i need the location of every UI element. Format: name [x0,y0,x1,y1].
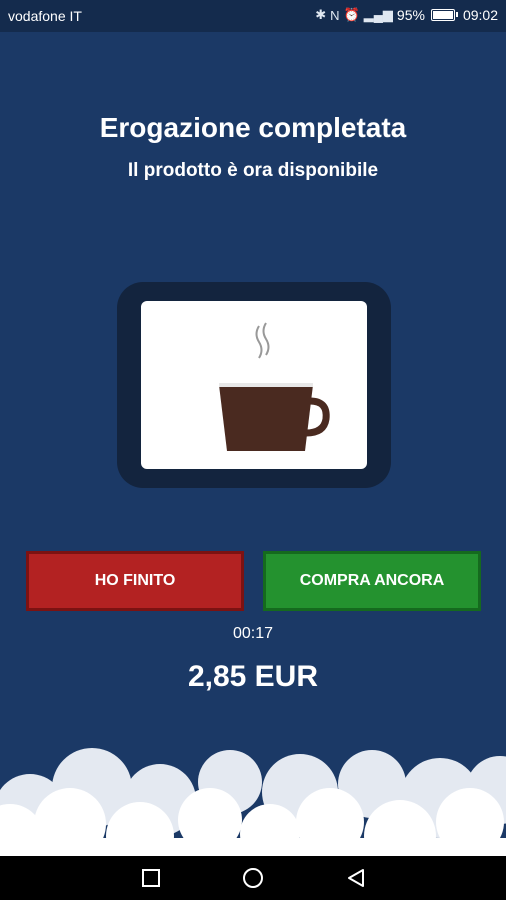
clouds-decoration [0,748,506,856]
status-icons: ✱ N ⏰ ▂▄▆ 95% 09:02 [315,7,498,23]
timer: 00:17 [232,625,274,642]
buy-again-button[interactable]: COMPRA ANCORA [263,551,481,611]
product-display-frame [117,282,391,488]
carrier-name: vodafone IT [8,8,82,24]
home-circle-icon[interactable] [241,866,265,890]
coffee-cup-icon [219,322,330,451]
product-display-screen [141,301,367,469]
page-subtitle: Il prodotto è ora disponibile [127,160,379,181]
finish-button[interactable]: HO FINITO [26,551,244,611]
battery-percent: 95% [396,7,425,23]
nfc-icon: N [330,7,340,23]
alarm-icon: ⏰ [343,7,360,22]
recents-square-icon[interactable] [139,866,163,890]
back-triangle-icon[interactable] [344,866,368,890]
price: 2,85 EUR [187,660,319,693]
bluetooth-icon: ✱ [315,7,327,22]
signal-icon: ▂▄▆ [363,7,393,22]
battery-icon [430,9,458,21]
page-title: Erogazione completata [99,112,407,143]
status-bar: vodafone IT ✱ N ⏰ ▂▄▆ 95% 09:02 [0,0,506,32]
status-time: 09:02 [462,7,498,23]
navigation-bar [0,856,506,900]
